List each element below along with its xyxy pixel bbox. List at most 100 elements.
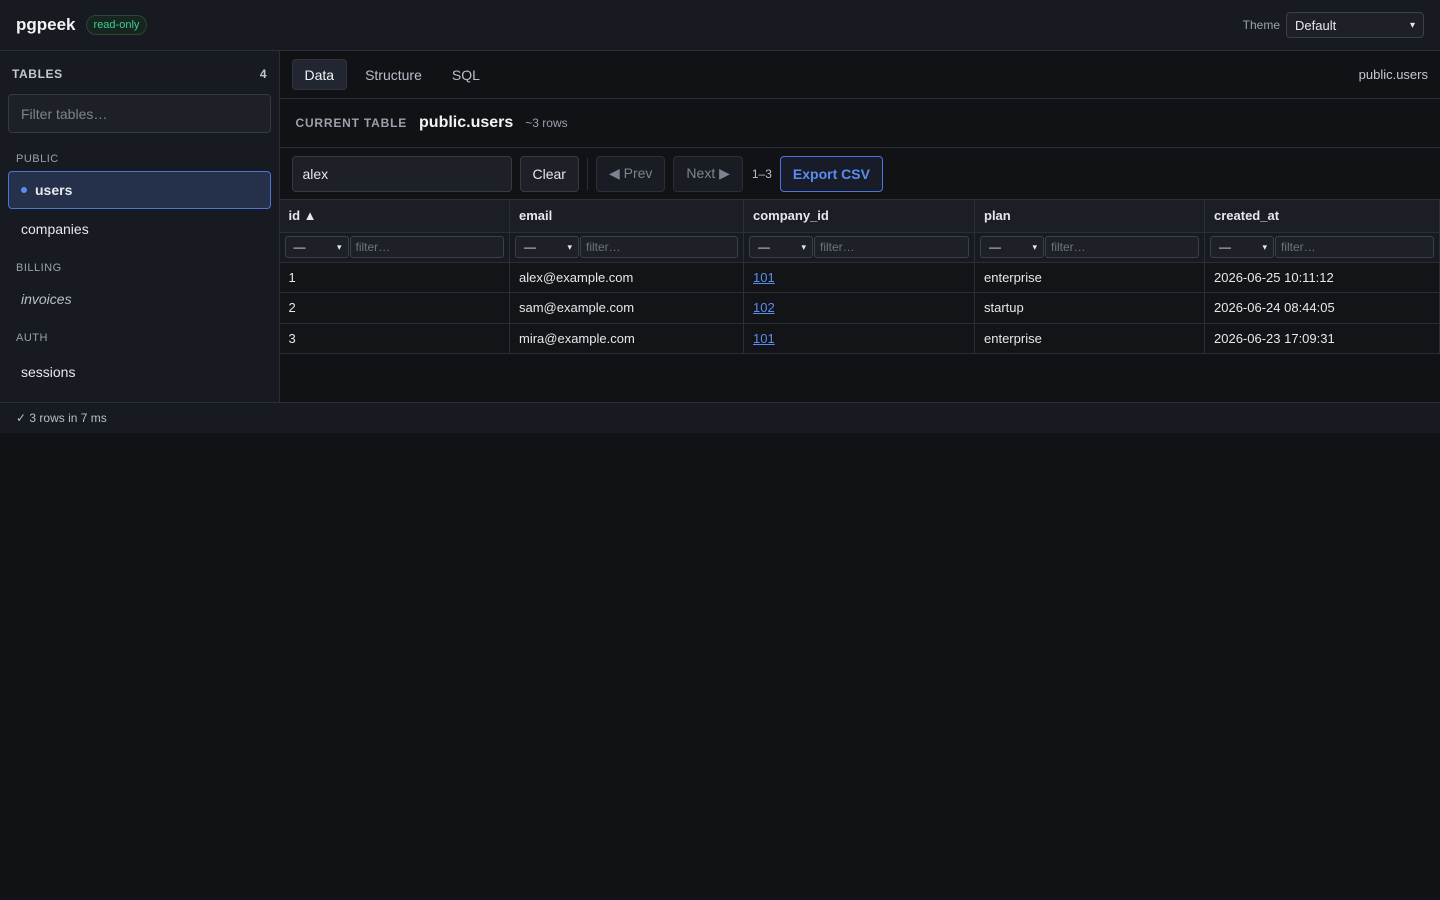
prev-page-button[interactable]: ◀ Prev — [595, 155, 666, 192]
cell-email: mira@example.com — [509, 323, 744, 354]
filter-operator-select[interactable]: — ▾ — [515, 236, 579, 258]
group-label-public: PUBLIC — [16, 153, 59, 165]
filter-row: —▾ filter… —▾ filter… —▾ filter… —▾ — [279, 232, 1440, 263]
cell-id: 2 — [279, 292, 510, 324]
table-row[interactable]: 2 sam@example.com 102 startup 2026-06-24… — [279, 292, 1440, 324]
cell-email: alex@example.com — [509, 262, 744, 293]
cell-id: 3 — [279, 323, 510, 354]
sidebar-item-users[interactable]: users — [8, 171, 271, 209]
column-header-company-id[interactable]: company_id — [743, 200, 975, 233]
filter-input[interactable]: filter… — [1275, 236, 1434, 258]
cell-created-at: 2026-06-24 08:44:05 — [1204, 292, 1440, 324]
cell-created-at: 2026-06-25 10:11:12 — [1204, 262, 1440, 293]
data-toolbar: alex Clear ◀ Prev Next ▶ 1–3 Export CSV — [279, 148, 1440, 200]
cell-plan: enterprise — [974, 262, 1205, 293]
chevron-down-icon: ▾ — [801, 241, 806, 252]
read-only-badge: read-only — [85, 15, 148, 35]
filter-operator-select[interactable]: — ▾ — [284, 236, 349, 258]
current-table-label: CURRENT TABLE — [295, 116, 408, 130]
sidebar-item-label: companies — [21, 221, 89, 237]
column-header-created-at[interactable]: created_at — [1204, 200, 1440, 233]
filter-placeholder: filter… — [1281, 240, 1316, 254]
search-input[interactable]: alex — [291, 155, 512, 192]
filter-operator-select[interactable]: — ▾ — [980, 236, 1044, 258]
page-range: 1–3 — [751, 166, 772, 181]
theme-select[interactable]: Default ▾ — [1286, 12, 1424, 38]
filter-cell-company-id: — ▾ filter… — [743, 232, 975, 263]
filter-placeholder: filter… — [586, 240, 621, 254]
filter-input[interactable]: filter… — [814, 236, 969, 258]
sidebar-title: TABLES — [12, 67, 63, 81]
filter-input[interactable]: filter… — [349, 236, 504, 258]
sidebar-item-label: invoices — [21, 291, 72, 307]
column-header-plan[interactable]: plan — [974, 200, 1205, 233]
filter-tables-input[interactable]: Filter tables… — [8, 94, 271, 133]
column-header-email[interactable]: email — [509, 200, 744, 233]
filter-cell-created-at: — ▾ filter… — [1204, 232, 1440, 263]
top-bar: pgpeek read-only Theme Default ▾ — [0, 0, 1440, 51]
tab-sql[interactable]: SQL — [440, 59, 492, 90]
chevron-down-icon: ▾ — [567, 241, 572, 252]
current-path: public.users — [1358, 67, 1428, 82]
cell-company-id: 102 — [743, 292, 975, 324]
theme-label: Theme — [1242, 18, 1280, 32]
cell-plan: startup — [974, 292, 1205, 324]
filter-operator-value: — — [524, 240, 536, 254]
toolbar-divider — [586, 157, 588, 190]
tab-structure[interactable]: Structure — [353, 59, 434, 90]
filter-tables-placeholder: Filter tables… — [21, 105, 108, 122]
cell-created-at: 2026-06-23 17:09:31 — [1204, 323, 1440, 354]
filter-operator-value: — — [989, 240, 1001, 254]
table-count: 4 — [259, 67, 267, 81]
column-header-id[interactable]: id ▲ — [279, 200, 510, 233]
cell-company-id: 101 — [743, 323, 975, 354]
filter-cell-email: — ▾ filter… — [509, 232, 744, 263]
active-dot-icon — [21, 187, 27, 193]
cell-company-id: 101 — [743, 262, 975, 293]
sidebar-item-invoices[interactable]: invoices — [8, 280, 271, 318]
filter-input[interactable]: filter… — [580, 236, 738, 258]
group-label-auth: AUTH — [16, 332, 48, 344]
chevron-down-icon: ▾ — [336, 241, 342, 252]
company-link[interactable]: 101 — [753, 270, 775, 285]
header-row: id ▲ email company_id plan created_at — [279, 200, 1440, 233]
table-row[interactable]: 1 alex@example.com 101 enterprise 2026-0… — [279, 262, 1440, 293]
sidebar-item-companies[interactable]: companies — [8, 210, 271, 248]
filter-placeholder: filter… — [1051, 240, 1086, 254]
clear-button[interactable]: Clear — [519, 155, 579, 192]
current-table-name: public.users — [419, 114, 514, 131]
chevron-down-icon: ▾ — [1409, 19, 1415, 31]
row-estimate: ~3 rows — [525, 116, 568, 130]
export-csv-button[interactable]: Export CSV — [779, 155, 883, 192]
main-panel: Data Structure SQL public.users CURRENT … — [279, 51, 1440, 402]
status-bar: ✓ 3 rows in 7 ms — [0, 402, 1440, 433]
app-title: pgpeek — [16, 15, 76, 34]
search-value: alex — [302, 165, 329, 182]
cell-id: 1 — [279, 262, 510, 293]
filter-placeholder: filter… — [820, 240, 855, 254]
company-link[interactable]: 101 — [753, 331, 775, 346]
status-text: ✓ 3 rows in 7 ms — [16, 411, 107, 425]
chevron-down-icon: ▾ — [1262, 241, 1267, 252]
sidebar-item-label: sessions — [21, 364, 76, 380]
filter-operator-select[interactable]: — ▾ — [1210, 236, 1274, 258]
sidebar-item-label: users — [35, 182, 73, 198]
filter-cell-id: — ▾ filter… — [279, 232, 510, 263]
filter-placeholder: filter… — [355, 240, 391, 254]
company-link[interactable]: 102 — [753, 300, 775, 315]
filter-input[interactable]: filter… — [1045, 236, 1199, 258]
next-page-button[interactable]: Next ▶ — [673, 155, 743, 192]
chevron-down-icon: ▾ — [1032, 241, 1037, 252]
cell-email: sam@example.com — [509, 292, 744, 324]
table-row[interactable]: 3 mira@example.com 101 enterprise 2026-0… — [279, 323, 1440, 354]
theme-selected-value: Default — [1295, 17, 1337, 33]
tab-data[interactable]: Data — [291, 59, 348, 90]
sidebar-item-sessions[interactable]: sessions — [8, 353, 271, 391]
filter-operator-select[interactable]: — ▾ — [749, 236, 813, 258]
cell-plan: enterprise — [974, 323, 1205, 354]
group-label-billing: BILLING — [16, 262, 62, 274]
filter-operator-value: — — [758, 240, 770, 254]
filter-cell-plan: — ▾ filter… — [974, 232, 1205, 263]
sidebar: TABLES 4 Filter tables… PUBLIC users com… — [0, 51, 280, 402]
sidebar-header: TABLES 4 — [8, 65, 271, 83]
